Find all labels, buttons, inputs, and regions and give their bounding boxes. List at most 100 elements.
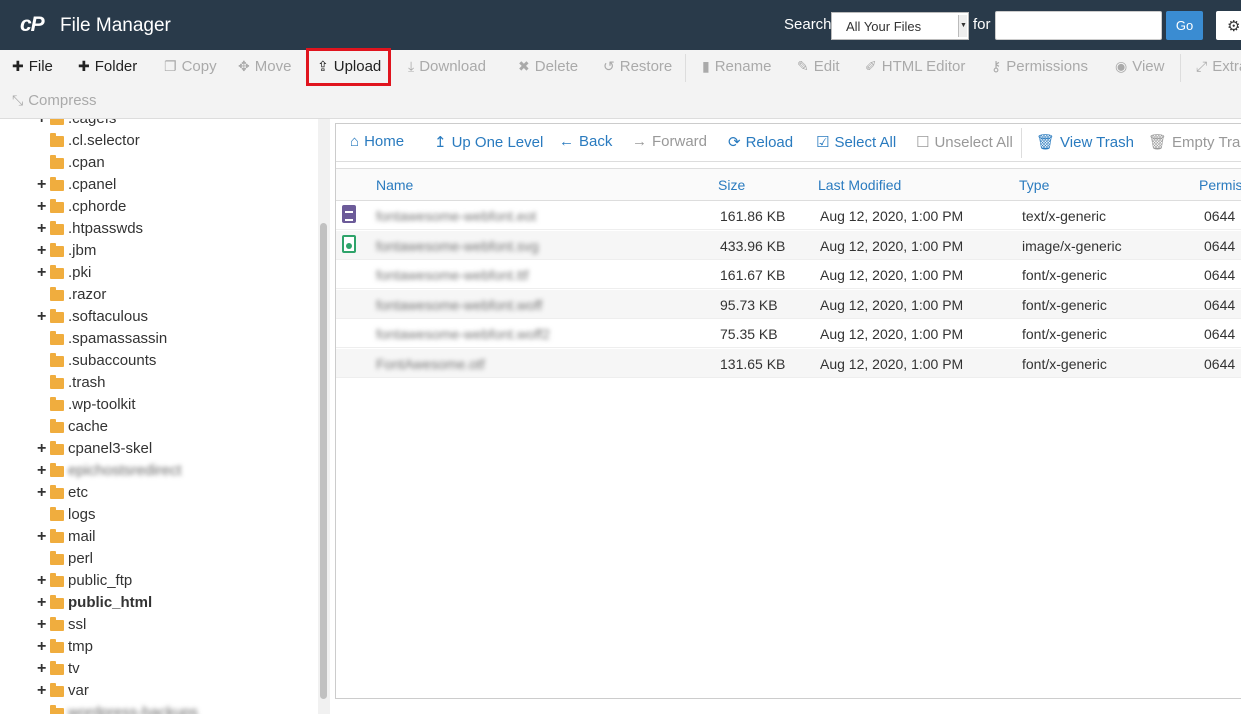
app-title: File Manager: [60, 15, 171, 36]
folder-icon: [50, 573, 64, 587]
expand-icon[interactable]: +: [37, 636, 49, 658]
download-label: Download: [419, 58, 486, 75]
expand-icon[interactable]: +: [37, 658, 49, 680]
scrollbar-thumb[interactable]: [320, 223, 327, 699]
delete-button[interactable]: ✖ Delete: [518, 50, 578, 83]
edit-button[interactable]: ✎ Edit: [797, 50, 840, 83]
tree-item-label: .razor: [68, 286, 107, 303]
file-size: 433.96 KB: [720, 237, 786, 254]
extract-label: Extra: [1212, 58, 1241, 75]
plus-icon: ✚: [12, 58, 24, 74]
upload-highlight-box: [306, 48, 391, 86]
table-row[interactable]: fontawesome-webfont.ttf 161.67 KB Aug 12, …: [336, 260, 1241, 290]
arrow-left-icon: ←: [559, 133, 574, 150]
table-row[interactable]: FontAwesome.otf 131.65 KB Aug 12, 2020, 1:…: [336, 349, 1241, 378]
tree-item-label: epichostsredirect: [68, 462, 182, 479]
expand-icon[interactable]: +: [37, 460, 49, 482]
select-all-button[interactable]: ☑ Select All: [816, 133, 896, 151]
folder-icon: [50, 397, 64, 411]
file-modified: Aug 12, 2020, 1:00 PM: [820, 356, 964, 372]
expand-icon[interactable]: +: [37, 526, 49, 548]
file-modified: Aug 12, 2020, 1:00 PM: [820, 296, 964, 313]
tree-item-label: .spamassassin: [68, 330, 168, 347]
tree-item-label: .jbm: [68, 242, 97, 259]
expand-icon[interactable]: +: [37, 262, 49, 284]
permissions-button[interactable]: ⚷ Permissions: [991, 50, 1088, 83]
folder-icon: [50, 119, 64, 125]
compress-button[interactable]: ⤡ Compress: [12, 84, 97, 117]
expand-icon[interactable]: +: [37, 306, 49, 328]
table-row[interactable]: fontawesome-webfont.eot 161.86 KB Aug 12, …: [336, 201, 1241, 230]
expand-icon[interactable]: +: [37, 592, 49, 614]
expand-icon[interactable]: +: [37, 438, 49, 460]
file-size: 131.65 KB: [720, 356, 786, 372]
tree-item-label: public_html: [68, 594, 153, 611]
tree-item-label: .trash: [68, 374, 106, 391]
table-row[interactable]: fontawesome-webfont.woff2 75.35 KB Aug 12,…: [336, 319, 1241, 349]
folder-icon: [50, 705, 64, 714]
view-trash-button[interactable]: 🗑 View Trash: [1036, 133, 1134, 151]
folder-icon: [50, 353, 64, 367]
move-button[interactable]: ✥ Move: [238, 50, 291, 83]
image-file-icon: [342, 234, 356, 253]
html-editor-button[interactable]: ✐ HTML Editor: [865, 50, 965, 83]
search-input[interactable]: [995, 11, 1162, 40]
expand-icon[interactable]: +: [37, 196, 49, 218]
expand-icon[interactable]: +: [37, 614, 49, 636]
delete-label: Delete: [534, 58, 579, 75]
expand-icon[interactable]: +: [37, 482, 49, 504]
expand-icon[interactable]: +: [37, 218, 49, 240]
forward-button[interactable]: → Forward: [632, 133, 707, 150]
view-button[interactable]: ◉ View: [1115, 50, 1164, 83]
folder-icon: [50, 441, 64, 455]
checkbox-empty-icon: ☐: [916, 134, 930, 151]
search-scope-select[interactable]: All Your Files ▼: [831, 12, 969, 40]
column-header-size[interactable]: Size: [718, 177, 745, 193]
unselect-all-button[interactable]: ☐ Unselect All: [916, 133, 1013, 151]
download-button[interactable]: ⤓ Download: [408, 50, 486, 83]
cpanel-logo[interactable]: cP: [20, 13, 45, 37]
home-button[interactable]: ⌂ Home: [350, 133, 404, 150]
tree-item-label: .cagefs: [68, 119, 116, 130]
empty-trash-button[interactable]: 🗑Empty Trash: [1148, 133, 1241, 151]
column-header-last-modified[interactable]: Last Modified: [818, 177, 901, 193]
table-row[interactable]: fontawesome-webfont.svg 433.96 KB Aug 12, …: [336, 230, 1241, 260]
expand-icon[interactable]: +: [37, 240, 49, 262]
expand-icon[interactable]: +: [37, 680, 49, 702]
edit-label: Edit: [813, 58, 840, 75]
go-button[interactable]: Go: [1166, 11, 1203, 40]
refresh-icon: ⟳: [728, 134, 741, 151]
file-name: fontawesome-webfont.eot: [376, 208, 537, 224]
table-row[interactable]: fontawesome-webfont.woff 95.73 KB Aug 12, …: [336, 289, 1241, 319]
undo-icon: ↺: [603, 58, 615, 74]
pencil-icon: ✎: [797, 58, 809, 74]
up-one-level-button[interactable]: ↥ Up One Level: [434, 133, 543, 151]
tree-item-label: logs: [68, 506, 96, 523]
rename-label: Rename: [714, 58, 772, 75]
toolbar-divider: [1180, 54, 1181, 82]
file-name: fontawesome-webfont.ttf: [376, 267, 529, 284]
column-header-type[interactable]: Type: [1019, 177, 1049, 193]
extract-button[interactable]: ⤢Extra: [1196, 50, 1241, 83]
reload-button[interactable]: ⟳ Reload: [728, 133, 793, 151]
restore-button[interactable]: ↺ Restore: [603, 50, 672, 83]
new-file-button[interactable]: ✚ File: [12, 50, 53, 83]
tree-item-label: mail: [68, 528, 96, 545]
sidebar-scrollbar[interactable]: [318, 119, 330, 714]
expand-icon[interactable]: +: [37, 570, 49, 592]
file-permissions: 0644: [1204, 237, 1236, 254]
home-icon: ⌂: [350, 133, 360, 150]
expand-icon[interactable]: +: [37, 119, 49, 130]
rename-button[interactable]: ▮ Rename: [702, 50, 771, 83]
column-header-permissions[interactable]: Permis: [1199, 177, 1241, 193]
folder-icon: [50, 177, 64, 191]
column-header-name[interactable]: Name: [376, 177, 413, 193]
expand-icon[interactable]: +: [37, 174, 49, 196]
settings-button[interactable]: ⚙: [1216, 11, 1241, 40]
chevron-down-icon: ▼: [958, 15, 967, 37]
tree-item-label: cache: [68, 418, 109, 435]
file-permissions: 0644: [1204, 296, 1236, 313]
new-folder-button[interactable]: ✚ Folder: [78, 50, 137, 83]
copy-button[interactable]: ❐ Copy: [164, 50, 217, 83]
back-button[interactable]: ← Back: [559, 133, 612, 150]
